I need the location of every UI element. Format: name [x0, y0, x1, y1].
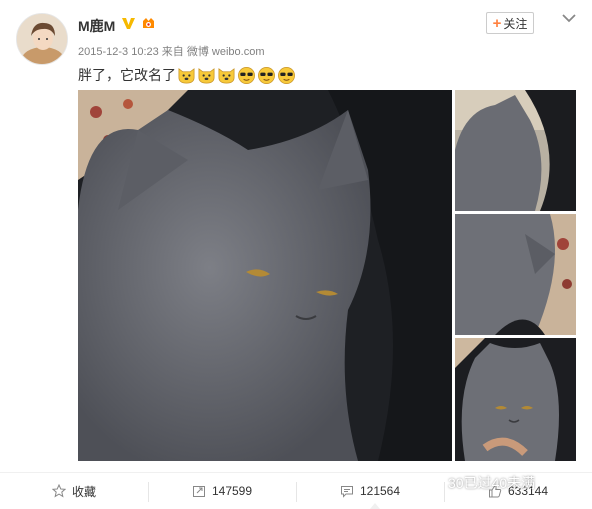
timestamp[interactable]: 2015-12-3 10:23 [78, 46, 159, 58]
repost-button[interactable]: 147599 [148, 473, 296, 509]
source-link[interactable]: 微博 weibo.com [187, 46, 265, 58]
favorite-label: 收藏 [71, 484, 96, 499]
watermark: 30已过40未满 [418, 474, 535, 492]
avatar[interactable] [16, 13, 68, 65]
verified-v-icon [122, 18, 135, 29]
sunglasses-emoji [238, 66, 255, 84]
plus-icon: + [492, 14, 502, 32]
follow-label: 关注 [503, 16, 528, 31]
wechat-icon [418, 474, 443, 492]
favorite-button[interactable]: 收藏 [0, 473, 148, 509]
follow-button[interactable]: + 关注 [486, 12, 534, 34]
dog-face-emoji [198, 67, 215, 83]
repost-count: 147599 [211, 484, 253, 498]
sunglasses-emoji [278, 66, 295, 84]
photo-thumb-gray-cat-back[interactable] [455, 90, 576, 211]
comment-pointer [370, 503, 380, 509]
post-meta: 2015-12-3 10:23 来自 微博 weibo.com [78, 43, 265, 59]
star-icon [51, 484, 66, 498]
photo-thumb-gray-cat-face[interactable] [455, 338, 576, 461]
comment-count: 121564 [359, 484, 401, 498]
vip-badge-icon[interactable] [140, 15, 157, 32]
repost-icon [192, 486, 205, 497]
dog-face-emoji [218, 67, 235, 83]
post-text-content: 胖了，它改名了 [78, 67, 176, 83]
post-text: 胖了，它改名了 [78, 65, 296, 85]
username[interactable]: M鹿M [78, 16, 115, 36]
photo-main-gray-cat[interactable] [78, 90, 452, 461]
sunglasses-emoji [258, 66, 275, 84]
source-prefix: 来自 [161, 46, 184, 58]
comment-icon [340, 486, 353, 498]
photo-thumb-gray-cat-side[interactable] [455, 214, 576, 335]
dog-face-emoji [178, 67, 195, 83]
watermark-text: 30已过40未满 [448, 475, 536, 491]
chevron-down-icon[interactable] [562, 12, 576, 24]
